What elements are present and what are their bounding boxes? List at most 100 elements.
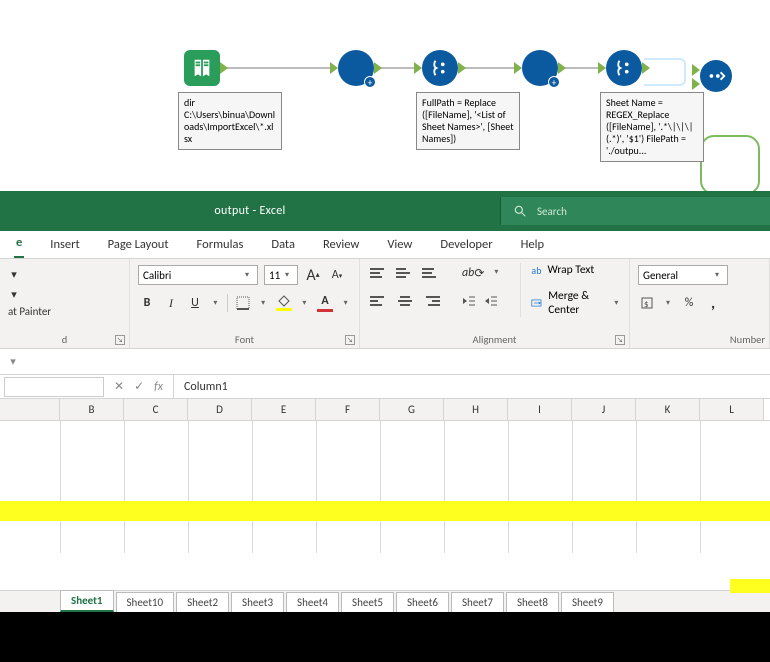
chevron-down-icon[interactable]: ▾ xyxy=(8,265,20,283)
chevron-down-icon[interactable]: ▾ xyxy=(281,266,293,284)
font-size-combo[interactable]: 11▾ xyxy=(264,265,298,285)
sheet-tab[interactable]: Sheet9 xyxy=(561,592,614,612)
annotation-formula-2: Sheet Name = REGEX_Replace ([FileName], … xyxy=(600,92,704,162)
align-bottom-button[interactable] xyxy=(420,263,442,283)
tab-review[interactable]: Review xyxy=(321,231,361,258)
name-box[interactable] xyxy=(4,377,104,397)
col-header[interactable]: H xyxy=(444,399,508,420)
chevron-down-icon[interactable]: ▾ xyxy=(711,266,723,284)
dots-icon xyxy=(705,65,727,87)
tab-developer[interactable]: Developer xyxy=(438,231,494,258)
sheet-tab[interactable]: Sheet1 xyxy=(60,590,114,612)
wrap-text-button[interactable]: abWrap Text xyxy=(531,263,621,277)
col-header[interactable]: B xyxy=(60,399,124,420)
col-header[interactable]: D xyxy=(188,399,252,420)
col-header[interactable]: I xyxy=(508,399,572,420)
sheet-tab[interactable]: Sheet7 xyxy=(451,592,504,612)
number-format-combo[interactable]: General▾ xyxy=(638,265,728,285)
align-left-button[interactable] xyxy=(368,291,390,311)
connector xyxy=(222,67,336,69)
tab-page-layout[interactable]: Page Layout xyxy=(106,231,171,258)
decrease-indent-button[interactable] xyxy=(460,291,478,311)
tab-formulas[interactable]: Formulas xyxy=(195,231,246,258)
col-header[interactable]: E xyxy=(252,399,316,420)
sheet-tab[interactable]: Sheet8 xyxy=(506,592,559,612)
highlight-marker xyxy=(730,579,770,593)
directory-icon xyxy=(191,57,213,79)
sheet-tab[interactable]: Sheet6 xyxy=(396,592,449,612)
chevron-down-icon[interactable]: ▾ xyxy=(6,355,20,368)
col-header[interactable]: L xyxy=(700,399,764,420)
tool-formula-2[interactable] xyxy=(606,50,642,86)
font-color-button[interactable]: A xyxy=(316,293,334,313)
format-painter-label[interactable]: at Painter xyxy=(8,305,51,318)
sheet-tabs: Sheet1 Sheet10 Sheet2 Sheet3 Sheet4 Shee… xyxy=(0,590,770,612)
col-header[interactable]: C xyxy=(124,399,188,420)
search-box[interactable]: Search xyxy=(500,197,770,225)
accounting-format-button[interactable]: $ xyxy=(638,293,656,313)
chevron-down-icon[interactable]: ▾ xyxy=(8,285,20,303)
align-right-button[interactable] xyxy=(420,291,442,311)
align-middle-button[interactable] xyxy=(394,263,416,283)
bold-button[interactable]: B xyxy=(138,293,156,313)
tool-output[interactable] xyxy=(700,60,732,92)
col-header[interactable]: K xyxy=(636,399,700,420)
chevron-down-icon[interactable]: ▾ xyxy=(210,294,221,312)
tab-insert[interactable]: Insert xyxy=(48,231,81,258)
increase-indent-button[interactable] xyxy=(482,291,500,311)
sheet-tab[interactable]: Sheet4 xyxy=(286,592,339,612)
percent-format-button[interactable]: % xyxy=(680,293,698,313)
chevron-down-icon[interactable]: ▾ xyxy=(241,266,253,284)
orientation-button[interactable]: ab⟳ xyxy=(460,263,486,283)
chevron-down-icon[interactable]: ▾ xyxy=(299,294,310,312)
formula-value[interactable]: Column1 xyxy=(174,380,228,394)
sheet-tab[interactable]: Sheet10 xyxy=(116,592,175,612)
formula-icon xyxy=(613,57,635,79)
chevron-down-icon[interactable]: ▾ xyxy=(662,294,674,312)
tab-home[interactable]: e xyxy=(14,229,24,258)
italic-button[interactable]: I xyxy=(162,293,180,313)
merge-center-button[interactable]: Merge & Center▾ xyxy=(531,289,621,317)
excel-window: output - Excel Search e Insert Page Layo… xyxy=(0,191,770,662)
cancel-formula-icon[interactable]: ✕ xyxy=(114,379,124,394)
chevron-down-icon[interactable]: ▾ xyxy=(340,294,351,312)
fill-color-button[interactable] xyxy=(275,293,293,313)
formula-icon xyxy=(429,57,451,79)
dialog-launcher-icon[interactable]: ↘ xyxy=(615,335,625,345)
worksheet-grid[interactable] xyxy=(0,421,770,553)
excel-titlebar: output - Excel Search xyxy=(0,191,770,231)
chevron-down-icon[interactable]: ▾ xyxy=(612,294,621,312)
underline-button[interactable]: U xyxy=(186,293,204,313)
column-headers: B C D E F G H I J K L xyxy=(0,399,770,421)
col-header[interactable]: J xyxy=(572,399,636,420)
select-all-corner[interactable] xyxy=(0,399,60,420)
align-top-button[interactable] xyxy=(368,263,390,283)
chevron-down-icon[interactable]: ▾ xyxy=(490,263,502,281)
accept-formula-icon[interactable]: ✓ xyxy=(134,379,144,394)
dialog-launcher-icon[interactable]: ↘ xyxy=(115,335,125,345)
connector xyxy=(644,76,686,86)
tool-directory[interactable] xyxy=(184,50,220,86)
comma-format-button[interactable]: , xyxy=(704,293,722,313)
tab-data[interactable]: Data xyxy=(269,231,297,258)
tab-help[interactable]: Help xyxy=(519,231,546,258)
sheet-tab[interactable]: Sheet5 xyxy=(341,592,394,612)
dialog-launcher-icon[interactable]: ↘ xyxy=(345,335,355,345)
col-header[interactable]: F xyxy=(316,399,380,420)
tab-view[interactable]: View xyxy=(385,231,414,258)
decrease-font-icon[interactable]: A▾ xyxy=(328,265,346,285)
group-label-alignment: Alignment xyxy=(360,333,629,346)
tool-macro-2[interactable]: + xyxy=(522,50,558,86)
window-title: output - Excel xyxy=(0,204,500,218)
sheet-tab[interactable]: Sheet3 xyxy=(231,592,284,612)
col-header[interactable]: G xyxy=(380,399,444,420)
fx-icon[interactable]: fx xyxy=(154,380,163,394)
sheet-tab[interactable]: Sheet2 xyxy=(176,592,229,612)
font-name-combo[interactable]: Calibri▾ xyxy=(138,265,258,285)
tool-macro-1[interactable]: + xyxy=(338,50,374,86)
borders-button[interactable] xyxy=(234,293,252,313)
chevron-down-icon[interactable]: ▾ xyxy=(258,294,269,312)
increase-font-icon[interactable]: A▴ xyxy=(304,265,322,285)
tool-formula-1[interactable] xyxy=(422,50,458,86)
align-center-button[interactable] xyxy=(394,291,416,311)
